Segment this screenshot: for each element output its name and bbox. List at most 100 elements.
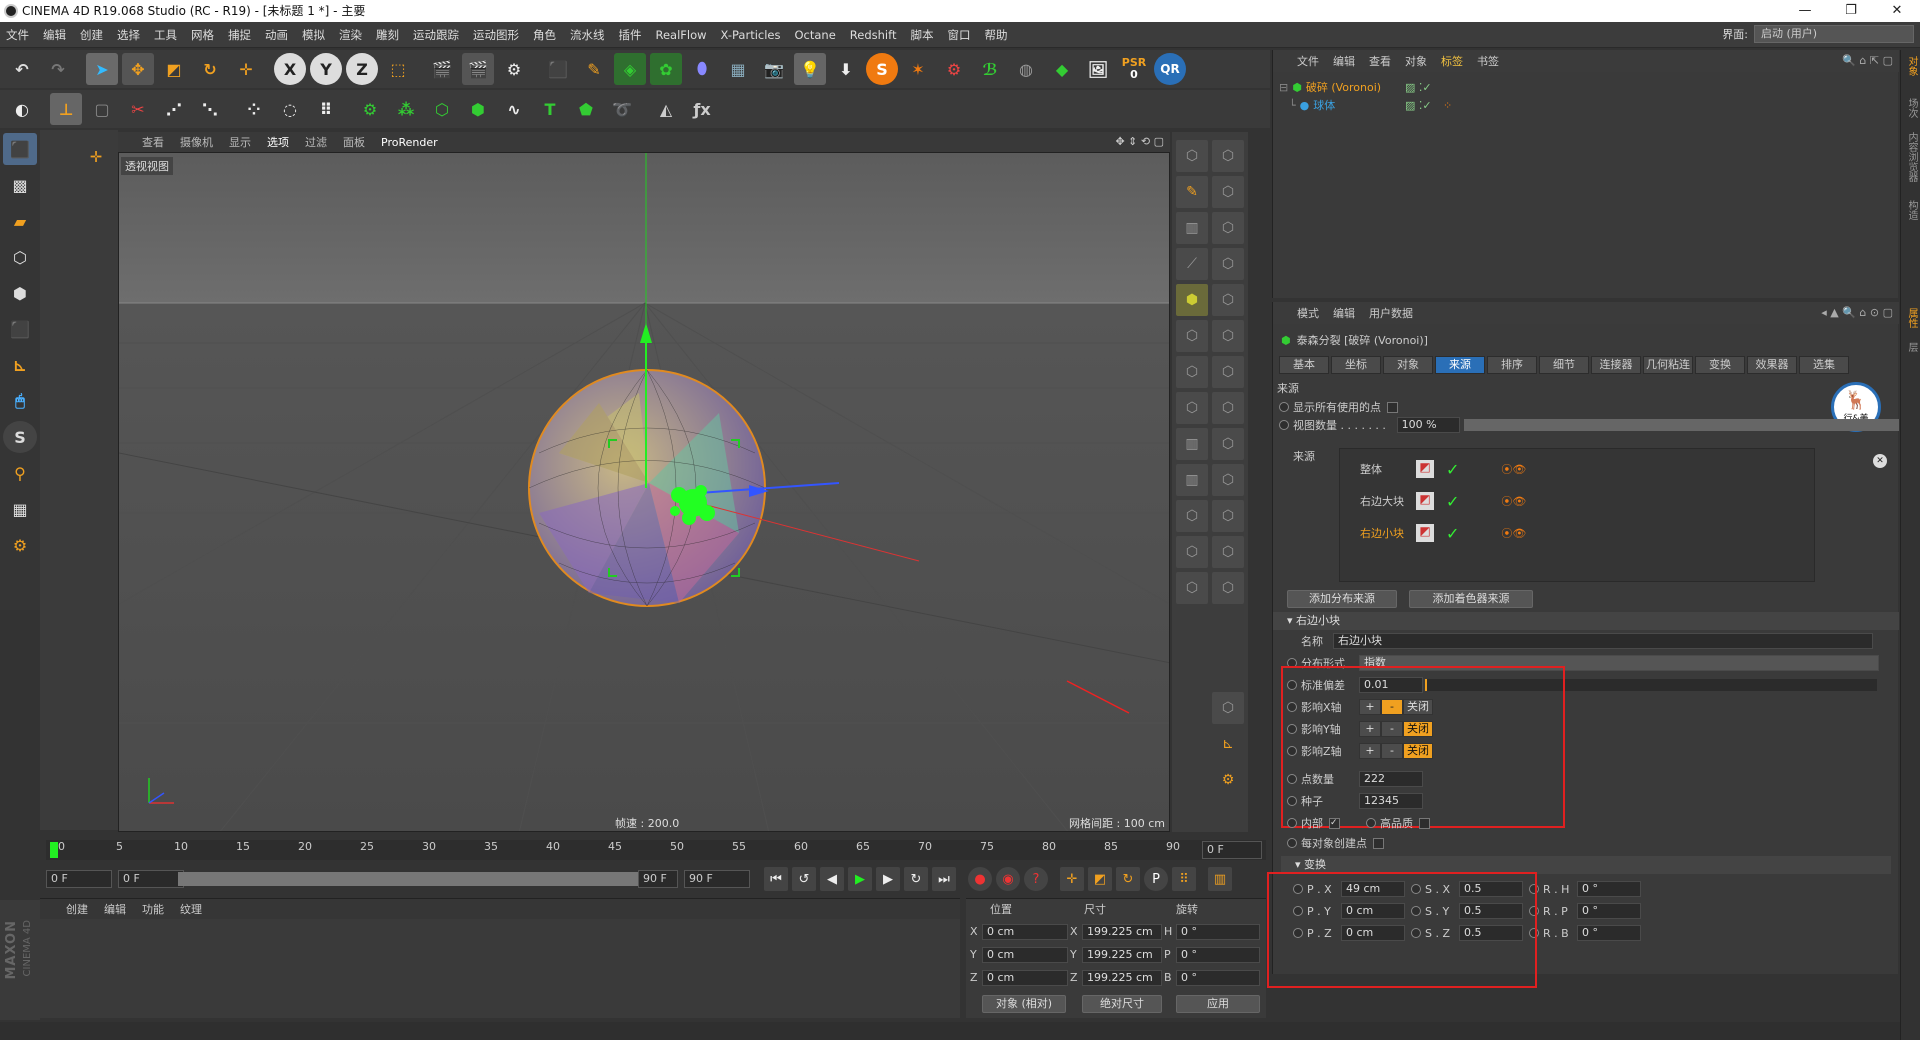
side-tool-15[interactable]: ⬡ <box>1212 392 1244 424</box>
side-tool-26[interactable]: ⬡ <box>1212 692 1244 724</box>
side-tool-17[interactable]: ⬡ <box>1212 428 1244 460</box>
object-name[interactable]: 球体 <box>1313 97 1335 113</box>
download-icon[interactable]: ⬇ <box>830 53 862 85</box>
viewport-count-slider[interactable] <box>1464 419 1899 431</box>
cube-icon[interactable]: ⬛ <box>542 53 574 85</box>
effector-icon[interactable]: ƒx <box>686 93 718 125</box>
object-row-voronoi[interactable]: ⊟ ⬢ 破碎 (Voronoi) ▨ ⁚✓ <box>1273 78 1899 96</box>
side-tool-1[interactable]: ⬡ <box>1176 140 1208 172</box>
axis-icon[interactable]: ✛ <box>230 53 262 85</box>
source-visibility-icon[interactable]: ⦿👁 <box>1501 493 1526 509</box>
magnet-icon[interactable]: ⚲ <box>3 457 37 489</box>
om-nav-icons[interactable]: 🔍 ⌂ ⇱ ▢ <box>1842 54 1893 67</box>
tab-details[interactable]: 细节 <box>1539 356 1589 374</box>
side-tool-19[interactable]: ⬡ <box>1212 464 1244 496</box>
side-tab-attributes[interactable]: 属性 <box>1904 308 1919 328</box>
viewport-menu-display[interactable]: 显示 <box>229 134 251 150</box>
spiral-icon[interactable]: ➰ <box>606 93 638 125</box>
side-tool-25[interactable]: ⬡ <box>1212 572 1244 604</box>
viewport-menu-prorender[interactable]: ProRender <box>381 136 438 149</box>
render-queue-icon[interactable]: 🖼 <box>1082 53 1114 85</box>
model-mode-icon[interactable]: ⬛ <box>3 133 37 165</box>
side-tool-21[interactable]: ⬡ <box>1212 500 1244 532</box>
playhead[interactable] <box>50 842 58 858</box>
side-gear-cube-icon[interactable]: ⚙ <box>1212 764 1244 796</box>
source-item[interactable]: 右边大块 ◩ ✓ ⦿👁 <box>1360 489 1560 513</box>
position-y-field[interactable]: 0 cm <box>982 947 1068 963</box>
side-tool-22[interactable]: ⬡ <box>1176 536 1208 568</box>
source-enabled-check[interactable]: ✓ <box>1446 524 1459 543</box>
coord-mode-dropdown[interactable]: 对象 (相对) <box>982 995 1066 1013</box>
menu-snap[interactable]: 捕捉 <box>228 27 251 43</box>
go-end-icon[interactable]: ⏭ <box>932 867 956 891</box>
material-menu-texture[interactable]: 纹理 <box>180 901 202 917</box>
key-param-icon[interactable]: P <box>1144 867 1168 891</box>
menu-mesh[interactable]: 网格 <box>191 27 214 43</box>
menu-window[interactable]: 窗口 <box>947 27 970 43</box>
range-start-field[interactable]: 0 F <box>118 870 184 888</box>
source-visibility-icon[interactable]: ⦿👁 <box>1501 461 1526 477</box>
side-tool-5[interactable]: ⬡ <box>1212 212 1244 244</box>
texture-mode-icon[interactable]: ▩ <box>3 169 37 201</box>
inside-checkbox[interactable]: ✓ <box>1329 817 1340 829</box>
am-menu-edit[interactable]: 编辑 <box>1333 305 1355 321</box>
tracer-icon[interactable]: ◭ <box>650 93 682 125</box>
move-icon[interactable]: ✥ <box>122 53 154 85</box>
menu-create[interactable]: 创建 <box>80 27 103 43</box>
menu-xparticles[interactable]: X-Particles <box>721 28 781 42</box>
side-tool-4[interactable]: ▥ <box>1176 212 1208 244</box>
text-icon[interactable]: T <box>534 93 566 125</box>
lock-grid-icon[interactable]: ▦ <box>3 493 37 525</box>
side-tool-18[interactable]: ▥ <box>1176 464 1208 496</box>
side-tool-9[interactable]: ⬡ <box>1212 284 1244 316</box>
source-list-close-icon[interactable]: ✕ <box>1873 454 1887 468</box>
camera-icon[interactable]: 📷 <box>758 53 790 85</box>
viewport-menu-panel[interactable]: 面板 <box>343 134 365 150</box>
source-enabled-check[interactable]: ✓ <box>1446 492 1459 511</box>
grid-points-icon[interactable]: ⠿ <box>310 93 342 125</box>
xp-icon[interactable]: ⚙ <box>938 53 970 85</box>
rotation-h-field[interactable]: 0 ° <box>1176 924 1260 940</box>
edge-loop-icon[interactable]: ◌ <box>274 93 306 125</box>
source-visibility-icon[interactable]: ⦿👁 <box>1501 525 1526 541</box>
viewport-count-field[interactable]: 100 % <box>1396 417 1461 433</box>
side-tool-7[interactable]: ⬡ <box>1212 248 1244 280</box>
gear-mesh-icon[interactable]: ⚙ <box>354 93 386 125</box>
side-tool-12[interactable]: ⬡ <box>1176 356 1208 388</box>
am-menu-mode[interactable]: 模式 <box>1297 305 1319 321</box>
voronoi-icon[interactable]: ⬡ <box>426 93 458 125</box>
record-icon[interactable]: ● <box>968 867 992 891</box>
tab-effectors[interactable]: 效果器 <box>1747 356 1797 374</box>
side-tool-11[interactable]: ⬡ <box>1212 320 1244 352</box>
tab-connectors[interactable]: 连接器 <box>1591 356 1641 374</box>
side-tab-content-browser[interactable]: 内容浏览器 <box>1904 132 1919 182</box>
menu-edit[interactable]: 编辑 <box>43 27 66 43</box>
menu-character[interactable]: 角色 <box>533 27 556 43</box>
render-view-icon[interactable]: 🎬 <box>426 53 458 85</box>
next-key-icon[interactable]: ↻ <box>904 867 928 891</box>
size-z-field[interactable]: 199.225 cm <box>1082 970 1162 986</box>
menu-tools[interactable]: 工具 <box>154 27 177 43</box>
menu-mograph[interactable]: 运动图形 <box>473 27 519 43</box>
om-menu-file[interactable]: 文件 <box>1297 53 1319 69</box>
om-menu-edit[interactable]: 编辑 <box>1333 53 1355 69</box>
points-mode-icon[interactable]: ⁘ <box>238 93 270 125</box>
start-frame-field[interactable]: 0 F <box>46 870 112 888</box>
go-start-icon[interactable]: ⏮ <box>764 867 788 891</box>
key-move-icon[interactable]: ✛ <box>1060 867 1084 891</box>
lasso-icon[interactable]: ⋱ <box>194 93 226 125</box>
om-menu-bookmarks[interactable]: 书签 <box>1477 53 1499 69</box>
play-icon[interactable]: ▶ <box>848 867 872 891</box>
position-x-field[interactable]: 0 cm <box>982 924 1068 940</box>
tab-transform[interactable]: 变换 <box>1695 356 1745 374</box>
redshift-icon[interactable]: ℬ <box>974 53 1006 85</box>
menu-plugins[interactable]: 插件 <box>619 27 642 43</box>
add-shader-source-button[interactable]: 添加着色器来源 <box>1409 590 1533 608</box>
render-picture-icon[interactable]: 🎬 <box>462 53 494 85</box>
move-tool-icon[interactable]: ✛ <box>80 142 112 172</box>
side-axis-icon[interactable]: ⊾ <box>1212 728 1244 760</box>
side-tab-objects[interactable]: 对象 <box>1904 56 1919 76</box>
add-distribution-source-button[interactable]: 添加分布来源 <box>1287 590 1397 608</box>
side-tab-layers[interactable]: 层 <box>1904 342 1919 352</box>
realflow-icon[interactable]: ◍ <box>1010 53 1042 85</box>
